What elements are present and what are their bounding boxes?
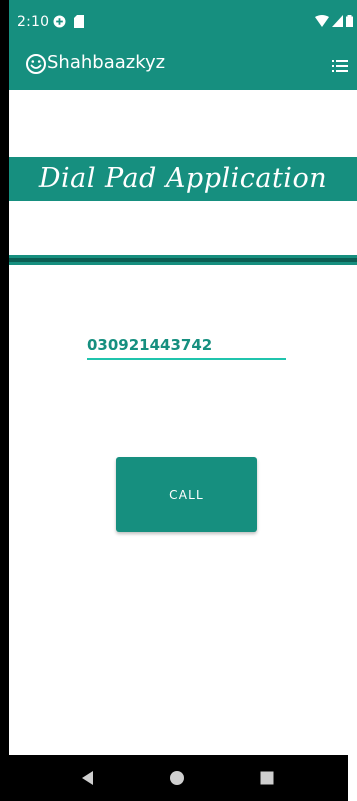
app-screen: 2:10 Shahbaazkyz Dial Pad Application 03… xyxy=(9,0,357,801)
call-button[interactable]: CALL xyxy=(116,457,257,532)
status-time: 2:10 xyxy=(17,14,50,30)
wifi-icon xyxy=(315,15,329,27)
title-banner: Dial Pad Application xyxy=(9,157,357,201)
section-divider xyxy=(9,255,357,265)
phone-number-input[interactable] xyxy=(87,332,286,360)
list-menu-icon[interactable] xyxy=(329,55,351,77)
sd-card-icon xyxy=(74,14,84,28)
system-nav-bar xyxy=(0,755,348,801)
signal-icon xyxy=(332,15,343,27)
banner-text: Dial Pad Application xyxy=(38,163,328,194)
app-bar: Shahbaazkyz xyxy=(9,44,357,90)
smiley-icon xyxy=(26,54,46,74)
back-icon[interactable] xyxy=(79,769,97,787)
data-saver-icon xyxy=(53,15,66,27)
home-icon[interactable] xyxy=(168,769,186,787)
recents-icon[interactable] xyxy=(258,769,276,787)
status-right-icons xyxy=(315,14,353,28)
battery-icon xyxy=(346,15,353,27)
phone-frame: 2:10 Shahbaazkyz Dial Pad Application 03… xyxy=(0,0,357,801)
app-title: Shahbaazkyz xyxy=(47,52,166,73)
status-bar: 2:10 xyxy=(9,0,357,44)
divider-inner-line xyxy=(9,258,357,262)
status-left-icons xyxy=(53,14,84,28)
